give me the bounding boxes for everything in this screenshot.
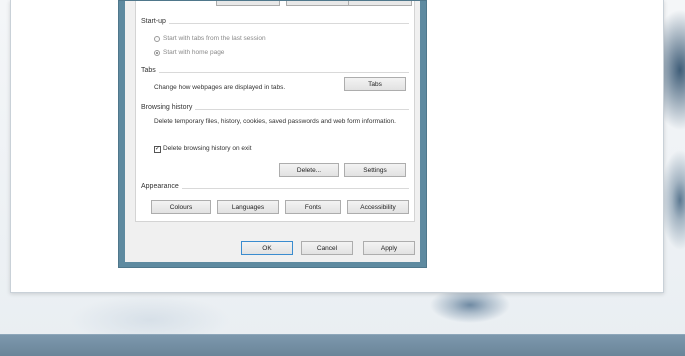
startup-group-line [141, 23, 409, 24]
apply-button[interactable]: Apply [363, 241, 415, 255]
startup-last-session-label: Start with tabs from the last session [163, 35, 266, 42]
startup-group-title: Start-up [141, 18, 169, 25]
colours-button[interactable]: Colours [151, 200, 211, 214]
startup-home-page-label: Start with home page [163, 49, 225, 56]
settings-button[interactable]: Settings [344, 163, 406, 177]
home-page-button-partial-2[interactable] [286, 1, 350, 6]
languages-button[interactable]: Languages [217, 200, 279, 214]
tabs-description: Change how webpages are displayed in tab… [154, 84, 286, 91]
accessibility-button[interactable]: Accessibility [347, 200, 409, 214]
startup-home-page-radio[interactable] [154, 50, 160, 56]
general-tab-panel: Start-up Start with tabs from the last s… [135, 1, 415, 222]
home-page-button-partial-3[interactable] [348, 1, 412, 6]
delete-on-exit-label: Delete browsing history on exit [163, 145, 252, 152]
internet-options-dialog: Start-up Start with tabs from the last s… [118, 0, 427, 268]
tabs-group-title: Tabs [141, 67, 159, 74]
browsing-history-description: Delete temporary files, history, cookies… [154, 118, 396, 125]
taskbar[interactable] [0, 334, 685, 356]
home-page-button-partial[interactable] [216, 1, 280, 6]
check-mark-icon: ✓ [155, 146, 161, 152]
delete-button[interactable]: Delete... [279, 163, 339, 177]
tabs-group-line [141, 72, 409, 73]
appearance-group-title: Appearance [141, 183, 182, 190]
browsing-history-group-title: Browsing history [141, 104, 196, 111]
ok-button[interactable]: OK [241, 241, 293, 255]
fonts-button[interactable]: Fonts [285, 200, 341, 214]
tabs-button[interactable]: Tabs [344, 77, 406, 91]
cancel-button[interactable]: Cancel [301, 241, 353, 255]
delete-on-exit-checkbox[interactable]: ✓ [154, 146, 161, 153]
startup-last-session-radio[interactable] [154, 36, 160, 42]
dialog-body: Start-up Start with tabs from the last s… [125, 1, 420, 262]
